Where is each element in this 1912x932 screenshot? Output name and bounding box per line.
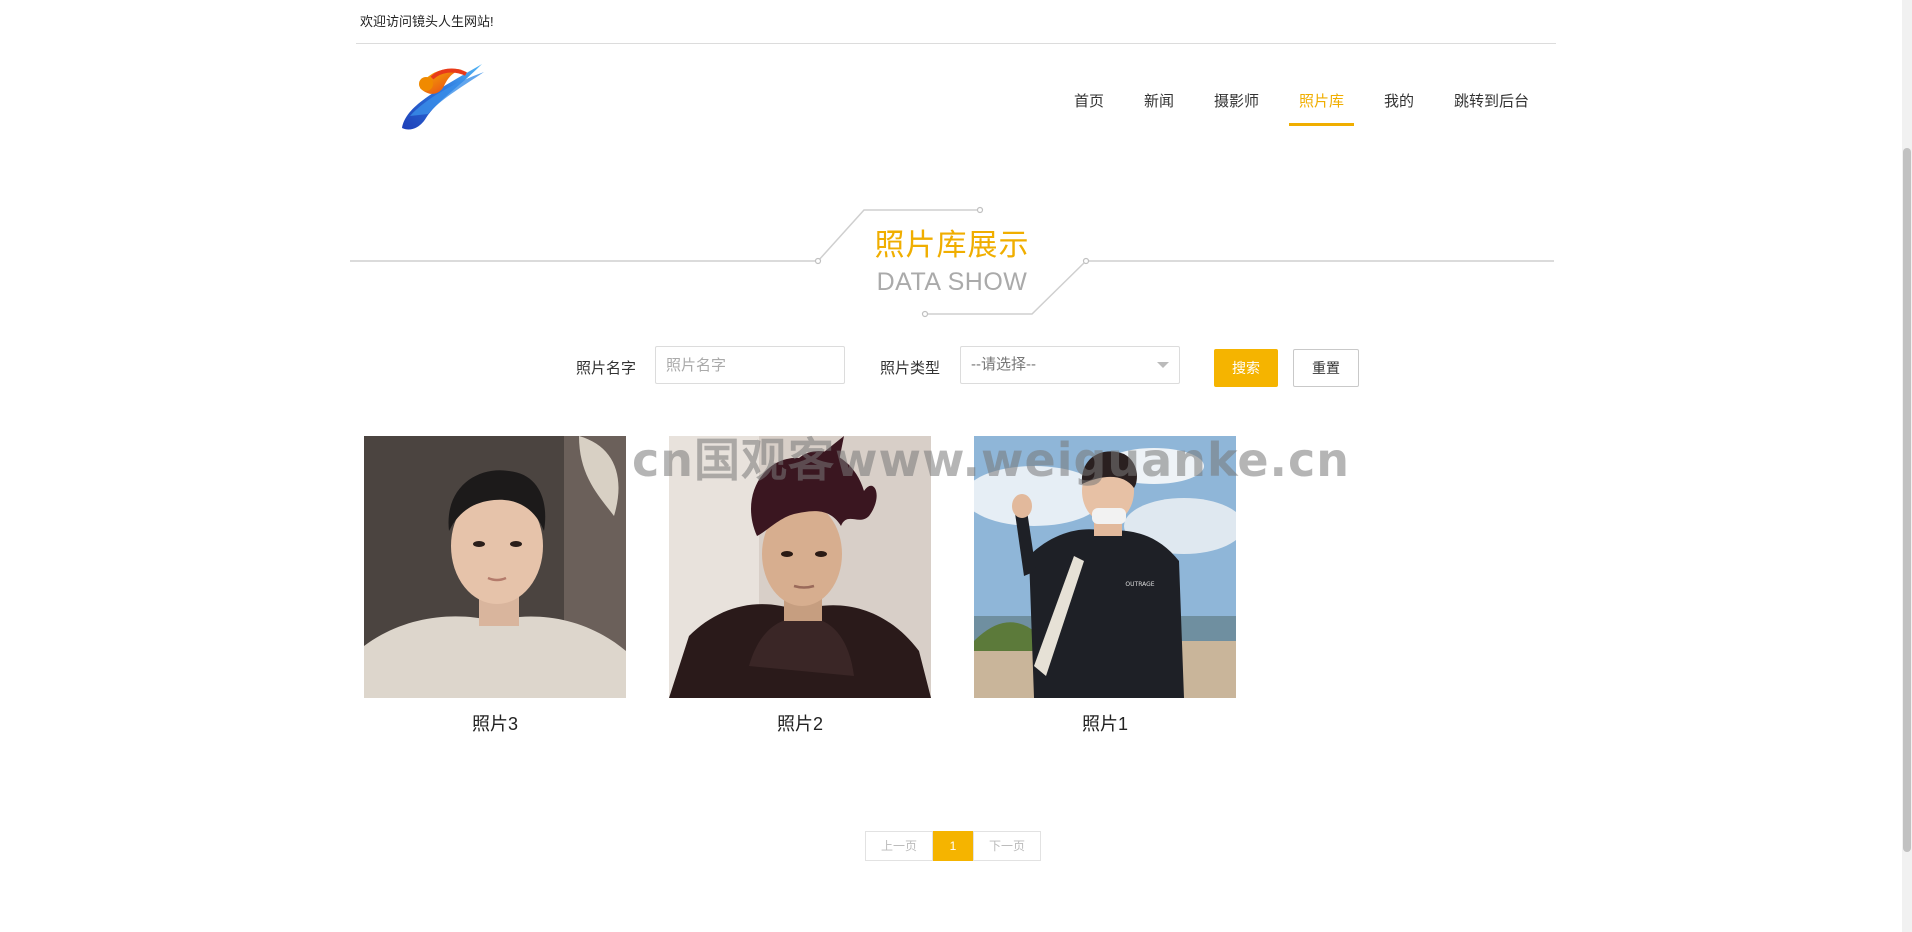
nav-item-news[interactable]: 新闻 <box>1144 90 1174 123</box>
photo-portrait-icon <box>364 436 626 698</box>
page-number-current[interactable]: 1 <box>933 831 973 861</box>
photo-type-selected: --请选择-- <box>971 356 1036 373</box>
search-button[interactable]: 搜索 <box>1214 349 1278 387</box>
photo-caption[interactable]: 照片3 <box>364 710 626 736</box>
section-title-en: DATA SHOW <box>876 268 1028 296</box>
reset-button[interactable]: 重置 <box>1293 349 1359 387</box>
main-nav: 首页 新闻 摄影师 照片库 我的 跳转到后台 <box>0 90 1912 126</box>
nav-item-photographers[interactable]: 摄影师 <box>1214 90 1259 123</box>
photo-name-input[interactable] <box>655 346 845 384</box>
gallery-card[interactable]: 照片3 <box>364 436 626 736</box>
nav-item-mine[interactable]: 我的 <box>1384 90 1414 123</box>
next-page-button[interactable]: 下一页 <box>973 831 1041 861</box>
watermark: cn国观客www.weiguanke.cn <box>632 433 1351 487</box>
svg-text:OUTRAGE: OUTRAGE <box>1125 581 1154 588</box>
photo-type-label: 照片类型 <box>880 360 941 377</box>
photo-name-label: 照片名字 <box>576 360 637 377</box>
nav-item-home[interactable]: 首页 <box>1074 90 1104 123</box>
section-title: 照片库展示 DATA SHOW <box>350 200 1554 320</box>
photo-type-select[interactable]: --请选择-- <box>960 346 1180 384</box>
scrollbar[interactable] <box>1902 0 1912 932</box>
scrollbar-thumb[interactable] <box>1903 148 1911 852</box>
welcome-text: 欢迎访问镜头人生网站! <box>360 14 494 29</box>
prev-page-button[interactable]: 上一页 <box>865 831 933 861</box>
photo-caption[interactable]: 照片2 <box>669 710 931 736</box>
photo-caption[interactable]: 照片1 <box>974 710 1236 736</box>
top-bar: 欢迎访问镜头人生网站! <box>356 0 1556 44</box>
nav-item-gallery[interactable]: 照片库 <box>1289 90 1355 126</box>
photo-thumbnail[interactable] <box>364 436 626 698</box>
pagination: 上一页 1 下一页 <box>865 831 1041 861</box>
nav-item-admin[interactable]: 跳转到后台 <box>1454 90 1529 123</box>
chevron-down-icon <box>1157 362 1169 368</box>
section-title-cn: 照片库展示 <box>874 229 1030 262</box>
